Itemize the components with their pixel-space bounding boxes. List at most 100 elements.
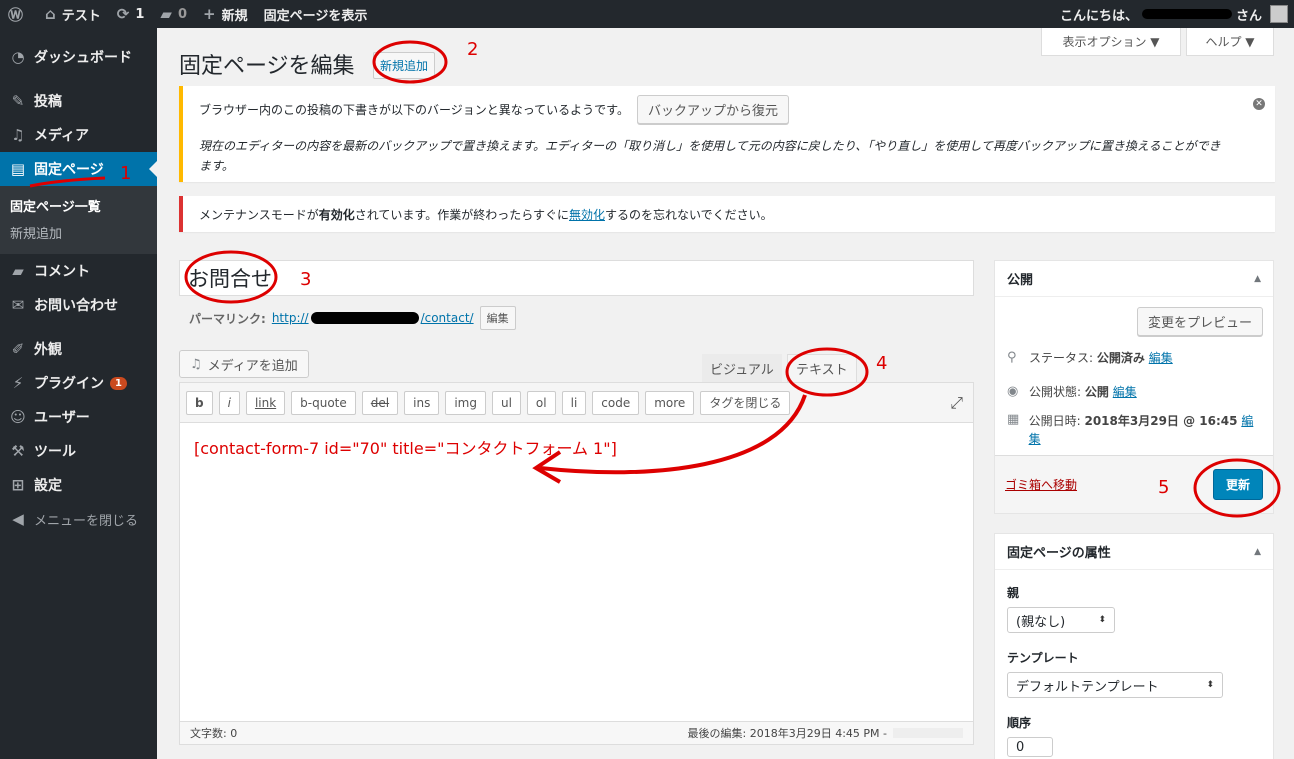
preview-changes-button[interactable]: 変更をプレビュー: [1136, 307, 1263, 336]
admin-sidebar: ◔ ダッシュボード ✎ 投稿 ♫ メディア ▤ 固定ページ 固定ページ一覧 新規追加 ▰…: [0, 28, 157, 759]
qt-ul-button[interactable]: ul: [491, 390, 521, 415]
redacted-domain: [310, 312, 419, 324]
qt-li-button[interactable]: li: [561, 390, 587, 415]
qt-img-button[interactable]: img: [445, 390, 486, 415]
comments-link[interactable]: ▰ 0: [152, 0, 195, 28]
qt-b-button[interactable]: b: [186, 390, 213, 415]
sidebar-item-posts[interactable]: ✎ 投稿: [0, 84, 157, 118]
edit-visibility-link[interactable]: 編集: [1113, 383, 1137, 400]
sidebar-item-media[interactable]: ♫ メディア: [0, 118, 157, 152]
refresh-icon: ⟳: [116, 5, 130, 23]
publish-box: 公開 ▲ 変更をプレビュー ⚲ ステータス: 公開済み 編集 ◉ 公開状態: 公開 編…: [994, 260, 1274, 514]
updates-link[interactable]: ⟳ 1: [109, 0, 153, 28]
sidebar-item-comments[interactable]: ▰ コメント: [0, 254, 157, 288]
plus-icon: +: [203, 5, 216, 23]
qt-bquote-button[interactable]: b-quote: [291, 390, 356, 415]
page-icon: ▤: [10, 160, 26, 178]
help-button[interactable]: ヘルプ ▼: [1186, 28, 1274, 56]
dismiss-icon[interactable]: ✕: [1253, 98, 1265, 110]
annotation-4: 4: [876, 353, 888, 374]
select-arrows-icon: ⬍: [1098, 615, 1106, 625]
sidebar-item-appearance[interactable]: ✐ 外観: [0, 332, 157, 366]
sidebar-item-pages[interactable]: ▤ 固定ページ: [0, 152, 157, 186]
edit-status-link[interactable]: 編集: [1149, 349, 1173, 366]
screen-options-button[interactable]: 表示オプション ▼: [1041, 28, 1181, 56]
select-arrows-icon: ⬍: [1206, 680, 1214, 690]
qt-del-button[interactable]: del: [361, 390, 399, 415]
pages-submenu: 固定ページ一覧 新規追加: [0, 186, 157, 254]
sidebar-item-users[interactable]: ☺ ユーザー: [0, 400, 157, 434]
add-media-button[interactable]: ♫ メディアを追加: [179, 350, 309, 378]
site-name-link[interactable]: ⌂ テスト: [37, 0, 109, 28]
update-button[interactable]: 更新: [1212, 469, 1263, 500]
visibility-row: ◉ 公開状態: 公開 編集: [1007, 383, 1137, 400]
calendar-icon: ▦: [1007, 412, 1020, 427]
sidebar-item-plugins[interactable]: ⚡ プラグイン 1: [0, 366, 157, 400]
wordpress-icon: Ⓦ: [8, 5, 24, 24]
date-row: ▦ 公開日時: 2018年3月29日 @ 16:45 編集: [1007, 412, 1254, 446]
status-row: ⚲ ステータス: 公開済み 編集: [1007, 349, 1173, 366]
template-select[interactable]: デフォルトテンプレート ⬍: [1007, 672, 1223, 698]
permalink-link[interactable]: http://: [272, 311, 309, 325]
qt-code-button[interactable]: code: [592, 390, 640, 415]
qt-i-button[interactable]: i: [218, 390, 240, 415]
collapse-arrow-icon[interactable]: ▲: [1254, 274, 1261, 284]
tab-visual[interactable]: ビジュアル: [702, 354, 782, 382]
home-icon: ⌂: [45, 5, 56, 23]
editor-area: b i link b-quote del ins img ul ol li co…: [179, 382, 974, 745]
page-attributes-header[interactable]: 固定ページの属性 ▲: [995, 534, 1273, 570]
permalink-slug-link[interactable]: /contact/: [421, 311, 474, 325]
account-menu[interactable]: こんにちは、 さん: [1060, 5, 1294, 24]
maintenance-notice: メンテナンスモードが 有効化 されています。作業が終わったらすぐに 無効化 するのを忘れ…: [179, 196, 1275, 232]
wrench-icon: ⚒: [11, 442, 25, 460]
sidebar-item-settings[interactable]: ⊞ 設定: [0, 468, 157, 502]
avatar: [1270, 5, 1288, 23]
annotation-1: 1: [120, 163, 132, 184]
restore-backup-button[interactable]: バックアップから復元: [636, 95, 789, 124]
view-page-link[interactable]: 固定ページを表示: [256, 0, 376, 28]
page-attributes-box: 固定ページの属性 ▲ 親 (親なし) ⬍ テンプレート デフォルトテンプレート ⬍ 順…: [994, 533, 1274, 759]
editor-statusbar: 文字数: 0 最後の編集: 2018年3月29日 4:45 PM -: [179, 721, 974, 745]
submenu-all-pages[interactable]: 固定ページ一覧: [0, 192, 157, 219]
qt-ins-button[interactable]: ins: [404, 390, 440, 415]
quicktags-toolbar: b i link b-quote del ins img ul ol li co…: [180, 383, 973, 423]
collapse-menu-button[interactable]: ◀ メニューを閉じる: [0, 502, 157, 536]
redacted-username: [1141, 9, 1232, 19]
collapse-arrow-icon[interactable]: ▲: [1254, 547, 1261, 557]
annotation-5: 5: [1158, 477, 1170, 498]
brush-icon: ✐: [11, 340, 25, 358]
last-edited: 最後の編集: 2018年3月29日 4:45 PM -: [687, 727, 887, 740]
plugins-update-badge: 1: [110, 376, 127, 390]
permalink-row: パーマリンク: http:// /contact/ 編集: [189, 306, 516, 330]
eye-icon: ◉: [1007, 383, 1019, 399]
publish-box-header[interactable]: 公開 ▲: [995, 261, 1273, 297]
order-input[interactable]: 0: [1007, 737, 1053, 757]
dashboard-icon: ◔: [11, 48, 25, 66]
qt-link-button[interactable]: link: [245, 390, 286, 415]
publish-actions: ゴミ箱へ移動 更新: [995, 455, 1273, 513]
editor-textarea[interactable]: [contact-form-7 id="70" title="コンタクトフォーム…: [180, 423, 973, 471]
annotation-2: 2: [467, 39, 479, 60]
pin-icon: ✎: [11, 92, 25, 110]
pin-icon: ⚲: [1007, 349, 1017, 365]
sidebar-item-contact[interactable]: ✉ お問い合わせ: [0, 288, 157, 322]
parent-select[interactable]: (親なし) ⬍: [1007, 607, 1115, 633]
sidebar-item-tools[interactable]: ⚒ ツール: [0, 434, 157, 468]
submenu-add-new[interactable]: 新規追加: [0, 219, 157, 246]
add-new-page-button[interactable]: 新規追加: [373, 52, 436, 79]
tab-text[interactable]: テキスト: [787, 354, 857, 382]
title-input[interactable]: お問合せ: [179, 260, 974, 296]
qt-more-button[interactable]: more: [645, 390, 695, 415]
new-content-link[interactable]: + 新規: [195, 0, 256, 28]
sidebar-item-dashboard[interactable]: ◔ ダッシュボード: [0, 40, 157, 74]
fullscreen-icon[interactable]: ⤢: [950, 393, 963, 413]
redacted-editor: [893, 728, 963, 738]
edit-permalink-button[interactable]: 編集: [479, 306, 516, 330]
user-icon: ☺: [10, 408, 26, 426]
wordpress-logo[interactable]: Ⓦ: [0, 0, 37, 28]
move-to-trash-link[interactable]: ゴミ箱へ移動: [1005, 476, 1077, 493]
disable-maintenance-link[interactable]: 無効化: [569, 206, 605, 223]
qt-close-tags-button[interactable]: タグを閉じる: [700, 390, 791, 415]
qt-ol-button[interactable]: ol: [526, 390, 556, 415]
mail-icon: ✉: [11, 296, 25, 314]
